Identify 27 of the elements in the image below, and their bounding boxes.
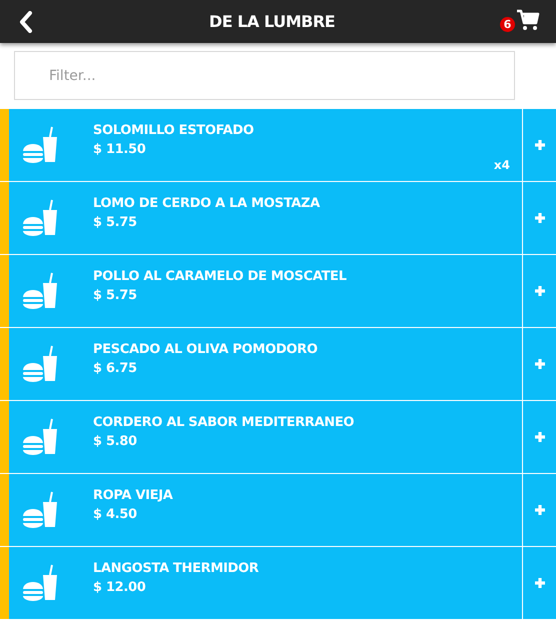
item-name: LANGOSTA THERMIDOR: [93, 560, 259, 578]
item-name: ROPA VIEJA: [93, 487, 173, 505]
plus-icon: [534, 577, 546, 589]
item-name: POLLO AL CARAMELO DE MOSCATEL: [93, 268, 346, 286]
item-name: CORDERO AL SABOR MEDITERRANEO: [93, 414, 354, 432]
item-quantity: x4: [494, 158, 510, 172]
cart-count-badge: 6: [500, 17, 515, 32]
header-title: DE LA LUMBRE: [208, 12, 336, 31]
item-name: PESCADO AL OLIVA POMODORO: [93, 341, 318, 359]
item-name: LOMO DE CERDO A LA MOSTAZA: [93, 195, 320, 213]
item-price: $ 6.75: [93, 360, 138, 378]
plus-icon: [534, 139, 546, 151]
item-price: $ 5.75: [93, 287, 138, 305]
plus-icon: [534, 212, 546, 224]
plus-icon: [534, 431, 546, 443]
back-icon[interactable]: [18, 10, 34, 32]
item-price: $ 12.00: [93, 579, 147, 597]
plus-icon: [534, 285, 546, 297]
filter-field[interactable]: Filter...: [14, 51, 515, 100]
plus-icon: [534, 358, 546, 370]
item-price: $ 4.50: [93, 506, 138, 524]
cart-icon[interactable]: [516, 8, 540, 30]
item-price: $ 11.50: [93, 141, 147, 159]
plus-icon: [534, 504, 546, 516]
item-name: SOLOMILLO ESTOFADO: [93, 122, 254, 140]
item-price: $ 5.75: [93, 214, 138, 232]
item-price: $ 5.80: [93, 433, 138, 451]
